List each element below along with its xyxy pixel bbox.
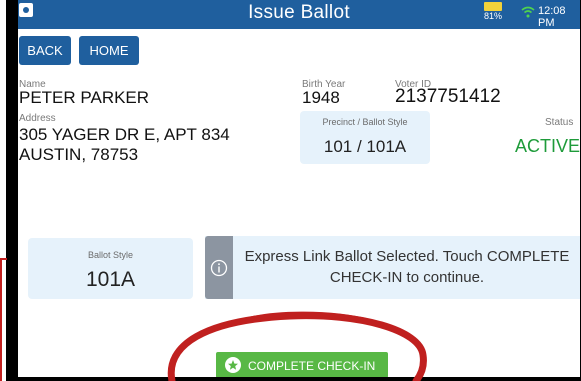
complete-check-in-button[interactable]: COMPLETE CHECK-IN (216, 352, 388, 377)
battery-level: 81% (483, 11, 502, 21)
status-badge: ACTIVE (515, 136, 580, 156)
home-button[interactable]: HOME (79, 36, 139, 65)
clock: 12:08 PM (538, 5, 566, 29)
wifi-icon (521, 6, 535, 18)
star-icon (225, 357, 241, 373)
info-icon (210, 259, 228, 277)
ballot-style-label: Ballot Style (87, 250, 134, 260)
info-message: Express Link Ballot Selected. Touch COMP… (244, 248, 570, 286)
annotation-bracket-top (0, 258, 7, 260)
precinct-value: 101 / 101A (323, 137, 407, 156)
address-label: Address (19, 113, 56, 124)
annotation-bracket (0, 258, 2, 381)
address-line-1: 305 YAGER DR E, APT 834 (19, 125, 230, 144)
complete-check-in-label: COMPLETE CHECK-IN (248, 359, 376, 373)
back-button[interactable]: BACK (19, 36, 71, 65)
device-frame: Issue Ballot 81% 12:08 PM BACK HOME Name… (6, 0, 581, 381)
status-label: Status (545, 117, 574, 128)
ballot-style-card: Ballot Style 101A (28, 238, 193, 299)
precinct-card: Precinct / Ballot Style 101 / 101A (300, 111, 430, 164)
header-bar: Issue Ballot 81% 12:08 PM (18, 0, 580, 29)
battery-indicator: 81% (480, 2, 506, 28)
precinct-label: Precinct / Ballot Style (322, 117, 408, 127)
battery-icon (484, 2, 502, 11)
info-bar (205, 236, 233, 299)
birth-year: 1948 (302, 88, 340, 107)
ballot-style-value: 101A (85, 268, 136, 291)
address-line-2: AUSTIN, 78753 (19, 145, 139, 164)
screen: Issue Ballot 81% 12:08 PM BACK HOME Name… (18, 0, 580, 377)
voter-name: PETER PARKER (19, 88, 150, 107)
voter-id: 2137751412 (395, 86, 501, 107)
info-message-box: Express Link Ballot Selected. Touch COMP… (205, 236, 580, 299)
